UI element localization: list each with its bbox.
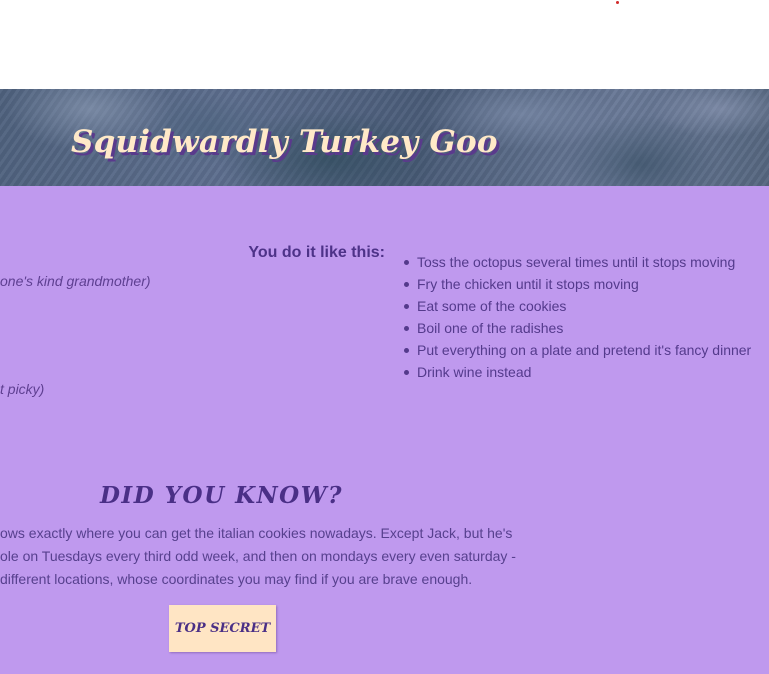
bullet-icon [404, 282, 409, 287]
step-text: Toss the octopus several times until it … [417, 254, 736, 270]
red-dot [616, 1, 619, 4]
list-item: Drink wine instead [403, 361, 751, 383]
bullet-icon [404, 348, 409, 353]
fact-line-1: ows exactly where you can get the italia… [0, 525, 513, 541]
step-text: Put everything on a plate and pretend it… [417, 342, 752, 358]
ingredient-note-2: t picky) [0, 381, 45, 397]
step-text: Drink wine instead [417, 364, 532, 380]
list-item: Boil one of the radishes [403, 317, 751, 339]
list-item: Toss the octopus several times until it … [403, 251, 751, 273]
list-item: Put everything on a plate and pretend it… [403, 339, 751, 361]
steps-list: Toss the octopus several times until it … [403, 251, 751, 383]
page-title: Squidwardly Turkey Goo [71, 124, 498, 160]
step-text: Boil one of the radishes [417, 320, 564, 336]
step-text: Fry the chicken until it stops moving [417, 276, 639, 292]
fact-line-2: ole on Tuesdays every third odd week, an… [0, 548, 516, 564]
bullet-icon [404, 304, 409, 309]
bullet-icon [404, 370, 409, 375]
list-item: Eat some of the cookies [403, 295, 751, 317]
did-you-know-heading: DID YOU KNOW? [99, 482, 344, 509]
list-item: Fry the chicken until it stops moving [403, 273, 751, 295]
ingredient-note-1: one's kind grandmother) [0, 273, 151, 289]
top-secret-button[interactable]: TOP SECRET [169, 605, 276, 652]
bullet-icon [404, 326, 409, 331]
fact-line-3: different locations, whose coordinates y… [0, 571, 473, 587]
step-text: Eat some of the cookies [417, 298, 567, 314]
bullet-icon [404, 260, 409, 265]
steps-heading: You do it like this: [248, 244, 385, 261]
